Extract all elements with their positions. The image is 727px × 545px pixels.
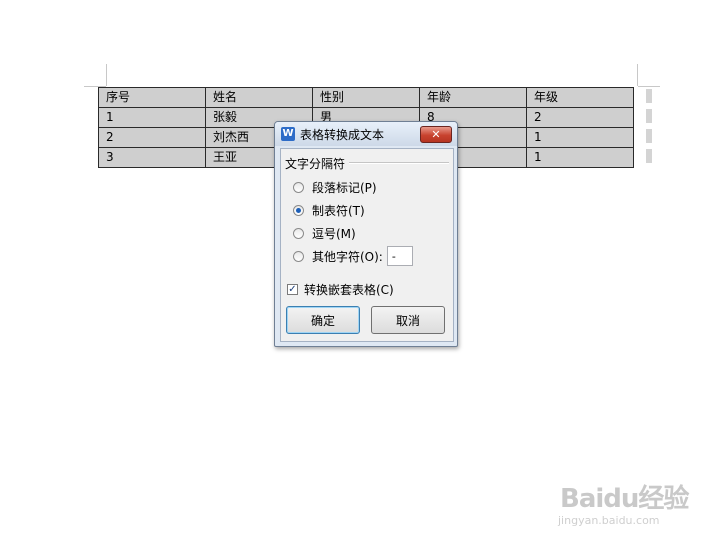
row-end-marker [646, 109, 652, 123]
dialog-title: 表格转换成文本 [300, 128, 385, 142]
row-end-marker [646, 129, 652, 143]
table-cell[interactable]: 年龄 [419, 87, 527, 108]
radio-label[interactable]: 其他字符(O): [312, 248, 383, 265]
radio-paragraph-mark[interactable]: 段落标记(P) [293, 179, 377, 195]
cancel-button[interactable]: 取消 [371, 306, 445, 334]
dialog-body: 文字分隔符 段落标记(P) 制表符(T) 逗号(M) 其他字符(O): - ✓ … [280, 148, 454, 342]
checkbox-checked[interactable]: ✓ [287, 283, 298, 295]
table-cell[interactable]: 2 [98, 127, 206, 148]
radio-label[interactable]: 段落标记(P) [312, 179, 377, 196]
checkmark-icon: ✓ [288, 283, 297, 295]
page-corner-mark [637, 64, 638, 86]
radio-label[interactable]: 制表符(T) [312, 202, 365, 219]
close-icon: ✕ [431, 128, 441, 141]
radio-other-char[interactable]: 其他字符(O): - [293, 246, 413, 266]
table-cell[interactable]: 序号 [98, 87, 206, 108]
table-cell[interactable]: 1 [526, 127, 634, 148]
row-end-marker [646, 149, 652, 163]
convert-table-to-text-dialog: W 表格转换成文本 ✕ 文字分隔符 段落标记(P) 制表符(T) 逗号(M) 其… [274, 121, 458, 347]
checkbox-label[interactable]: 转换嵌套表格(C) [304, 281, 394, 298]
table-cell[interactable]: 姓名 [205, 87, 313, 108]
radio-comma[interactable]: 逗号(M) [293, 225, 356, 241]
dialog-titlebar[interactable]: W 表格转换成文本 ✕ [275, 122, 457, 146]
table-cell[interactable]: 2 [526, 107, 634, 128]
radio-label[interactable]: 逗号(M) [312, 225, 356, 242]
table-header-row[interactable]: 序号 姓名 性别 年龄 年级 [98, 87, 634, 108]
baidu-jingyan-watermark: Baidu经验 jingyan.baidu.com [558, 478, 708, 538]
watermark-url: jingyan.baidu.com [558, 514, 660, 527]
close-button[interactable]: ✕ [420, 126, 452, 143]
watermark-logo: Baidu经验 [560, 484, 689, 514]
group-divider [349, 162, 449, 164]
row-end-marker [646, 89, 652, 103]
convert-nested-tables-option[interactable]: ✓ 转换嵌套表格(C) [287, 281, 394, 297]
radio-button[interactable] [293, 227, 304, 239]
radio-tab[interactable]: 制表符(T) [293, 202, 365, 218]
other-char-input[interactable]: - [386, 246, 413, 266]
radio-button[interactable] [293, 250, 304, 262]
table-cell[interactable]: 年级 [526, 87, 634, 108]
radio-button-selected[interactable] [293, 204, 304, 216]
page-corner-mark [106, 64, 107, 86]
table-cell[interactable]: 3 [98, 147, 206, 168]
wps-writer-icon: W [281, 127, 295, 141]
separator-group-label: 文字分隔符 [285, 157, 346, 171]
ok-button[interactable]: 确定 [286, 306, 360, 334]
table-cell[interactable]: 1 [98, 107, 206, 128]
page-corner-mark [638, 86, 660, 87]
table-cell[interactable]: 1 [526, 147, 634, 168]
table-cell[interactable]: 性别 [312, 87, 420, 108]
radio-button[interactable] [293, 181, 304, 193]
